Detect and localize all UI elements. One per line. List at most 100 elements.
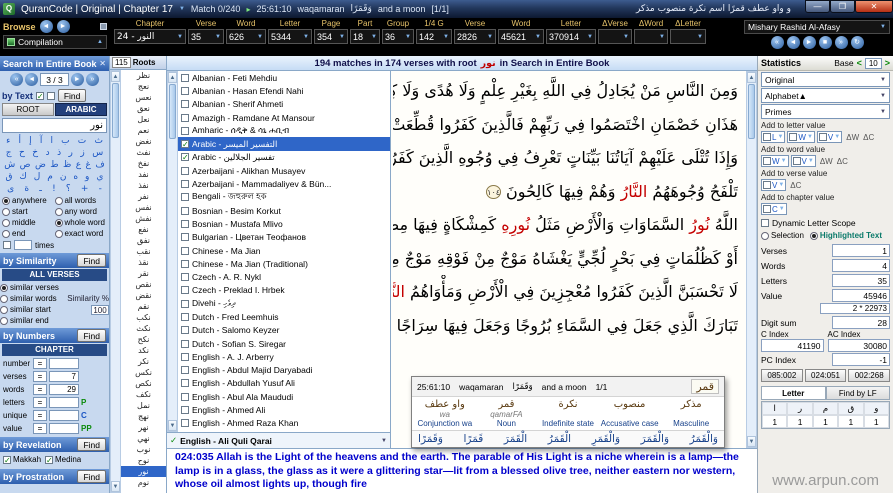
keyboard-key[interactable]: ـ (39, 183, 42, 195)
numbers-row-input[interactable] (49, 358, 79, 369)
scope-option-middle[interactable]: middle (2, 217, 55, 228)
translation-checkbox[interactable] (181, 286, 189, 294)
root-item[interactable]: نكث (121, 323, 166, 334)
scope-option-end[interactable]: end (2, 228, 55, 239)
stats-tab-find-by-lf[interactable]: Find by LF (826, 386, 891, 400)
stats-dropdown-original[interactable]: Original▼ (761, 72, 890, 87)
all-verses-bar[interactable]: ALL VERSES (2, 269, 107, 281)
last-result-button[interactable]: » (86, 73, 99, 86)
toolbar-column-value[interactable]: 626▼ (226, 29, 266, 44)
toolbar-column-value[interactable]: 35▼ (188, 29, 224, 44)
quran-scrollbar[interactable]: ▲ ▼ (746, 71, 757, 448)
scrollbar-thumb[interactable] (112, 83, 119, 138)
revelation-option-medina[interactable]: Medina (45, 454, 81, 465)
root-item[interactable]: نفس (121, 202, 166, 213)
toolbar-column-value[interactable]: ▼ (670, 29, 706, 44)
addto-w-dropdown[interactable]: W▼ (761, 155, 789, 167)
stats-scope-selection[interactable]: Selection (761, 230, 804, 241)
translation-checkbox[interactable] (181, 419, 189, 427)
root-item[interactable]: نهج (121, 411, 166, 422)
operator-dropdown[interactable]: = (33, 358, 47, 369)
root-item[interactable]: نفخ (121, 158, 166, 169)
translation-checkbox[interactable] (181, 393, 189, 401)
match-word[interactable]: النَّارُ (393, 282, 405, 301)
keyboard-key[interactable]: ي (96, 171, 103, 183)
close-icon[interactable]: ✕ (99, 59, 106, 68)
root-item[interactable]: نفش (121, 213, 166, 224)
toolbar-column-value[interactable]: 45621▼ (498, 29, 544, 44)
translation-row[interactable]: Dutch - Sofian S. Siregar (178, 337, 390, 350)
match-word[interactable]: نُورِهِ (501, 215, 530, 234)
translation-row[interactable]: Bengali - জহুরুল হক (178, 191, 390, 204)
translation-checkbox[interactable] (181, 87, 189, 95)
scrollbar-thumb[interactable] (748, 84, 755, 139)
translation-checkbox[interactable] (181, 353, 189, 361)
scope-option-start[interactable]: start (2, 206, 55, 217)
stats-dropdown-primes[interactable]: Primes▼ (761, 104, 890, 119)
titlebar[interactable]: Q QuranCode | Original | Chapter 17 ▼ Ma… (0, 0, 893, 18)
revelation-option-makkah[interactable]: Makkah (3, 454, 41, 465)
translation-checkbox[interactable] (181, 233, 189, 241)
toolbar-column-value[interactable]: 18▼ (350, 29, 380, 44)
root-item[interactable]: نفد (121, 169, 166, 180)
keyboard-key[interactable]: ل (34, 171, 41, 183)
translation-row[interactable]: Divehi - ދިވެހި (178, 297, 390, 310)
times-input[interactable] (14, 240, 32, 250)
toolbar-column-value[interactable]: 2826▼ (454, 29, 496, 44)
operator-dropdown[interactable]: = (33, 397, 47, 408)
root-item[interactable]: نعم (121, 125, 166, 136)
root-item[interactable]: نكح (121, 334, 166, 345)
base-value[interactable]: 10 (865, 58, 882, 69)
word-variant[interactable]: وَالْقَمَرِ (592, 433, 620, 445)
base-increment-button[interactable]: > (885, 58, 890, 68)
similarity-option-similar-verses[interactable]: similar verses (0, 282, 109, 293)
keyboard-key[interactable]: س (92, 147, 103, 159)
translation-row[interactable]: Chinese - Ma Jian (Traditional) (178, 257, 390, 270)
translation-checkbox[interactable] (181, 300, 189, 308)
addto-l-dropdown[interactable]: L▼ (761, 131, 785, 143)
by-text-checkbox-2[interactable] (47, 92, 55, 100)
keyboard-key[interactable]: ش (4, 159, 15, 171)
word-option-exact-word[interactable]: exact word (55, 228, 108, 239)
roots-scrollbar[interactable]: ▲ ▼ (110, 70, 121, 493)
keyboard-key[interactable]: ى (7, 183, 14, 195)
address-button[interactable]: 002:268 (848, 369, 890, 382)
keyboard-key[interactable]: و (85, 171, 89, 183)
root-item[interactable]: نعس (121, 92, 166, 103)
translation-row[interactable]: Albanian - Feti Mehdiu (178, 71, 390, 84)
operator-dropdown[interactable]: = (33, 384, 47, 395)
scroll-up-icon[interactable]: ▲ (747, 72, 756, 83)
translation-checkbox[interactable] (181, 127, 189, 135)
reciter-dropdown[interactable]: Mishary Rashid Al-Afasy ▼ (744, 20, 890, 34)
toolbar-column-value[interactable]: 5344▼ (268, 29, 312, 44)
toolbar-column-value[interactable]: 370914▼ (546, 29, 596, 44)
root-item[interactable]: نور (121, 466, 166, 477)
translation-checkbox[interactable] (181, 260, 189, 268)
root-item[interactable]: نهر (121, 422, 166, 433)
times-checkbox[interactable] (3, 241, 11, 249)
tab-arabic[interactable]: ARABIC (55, 103, 107, 116)
scroll-up-icon[interactable]: ▲ (168, 72, 177, 83)
translation-row[interactable]: Dutch - Salomo Keyzer (178, 324, 390, 337)
numbers-row-input[interactable] (49, 423, 79, 434)
keyboard-key[interactable]: ر (69, 147, 73, 159)
translation-row[interactable]: Arabic - تفسير الجلالين (178, 151, 390, 164)
translations-scrollbar[interactable]: ▲ ▼ (167, 71, 178, 432)
word-variant[interactable]: وَقَمَرًا (418, 433, 443, 445)
find-similarity-button[interactable]: Find (77, 254, 106, 267)
stats-dropdown-alphabet[interactable]: Alphabet▲▼ (761, 88, 890, 103)
keyboard-key[interactable]: ث (94, 135, 102, 147)
keyboard-key[interactable]: ف (95, 159, 104, 171)
browse-forward-button[interactable]: ► (57, 20, 70, 33)
translation-row[interactable]: Czech - Preklad I. Hrbek (178, 284, 390, 297)
translation-checkbox[interactable] (181, 193, 189, 201)
keyboard-key[interactable]: إ (29, 135, 32, 147)
numbers-row-input[interactable]: 7 (49, 371, 79, 382)
translation-row[interactable]: Arabic - التفسير الميسر (178, 137, 390, 150)
checkbox-icon[interactable] (793, 157, 801, 165)
chevron-down-icon[interactable]: ▼ (179, 6, 185, 12)
translation-row[interactable]: Albanian - Sherif Ahmeti (178, 98, 390, 111)
find-prostration-button[interactable]: Find (77, 470, 106, 483)
root-item[interactable]: نقم (121, 301, 166, 312)
scroll-down-icon[interactable]: ▼ (111, 481, 120, 492)
